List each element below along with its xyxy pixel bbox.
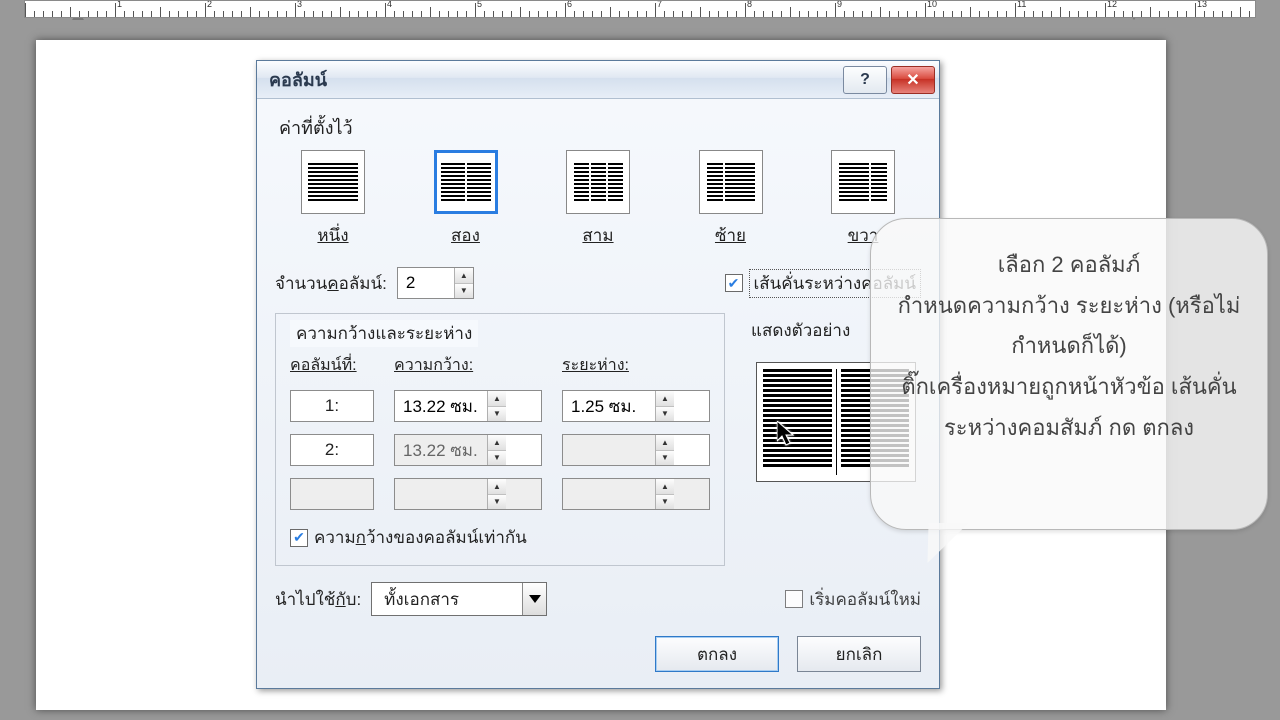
col-spacing-3: ▲▼ xyxy=(562,478,710,510)
col-width-3: ▲▼ xyxy=(394,478,542,510)
dialog-title: คอลัมน์ xyxy=(269,65,327,94)
header-spacing: ระยะห่าง: xyxy=(562,353,710,378)
presets-label: ค่าที่ตั้งไว้ xyxy=(279,113,921,142)
ok-button[interactable]: ตกลง xyxy=(655,636,779,672)
apply-to-select[interactable]: ทั้งเอกสาร xyxy=(371,582,547,616)
columns-dialog: คอลัมน์ ? ✕ ค่าที่ตั้งไว้ หนึ่ง สอง xyxy=(256,60,940,689)
col-index-1: 1: xyxy=(290,390,374,422)
num-columns-field[interactable]: ▲▼ xyxy=(397,267,474,299)
callout-line-3: ติ๊กเครื่องหมายถูกหน้าหัวข้อ เส้นคั่นระห… xyxy=(893,367,1245,448)
col-index-2: 2: xyxy=(290,434,374,466)
header-colnum: คอลัมน์ที่: xyxy=(290,353,374,378)
presets-row: หนึ่ง สอง สาม xyxy=(275,150,921,259)
preset-two[interactable]: สอง xyxy=(416,150,516,249)
width-spacing-group: ความกว้างและระยะห่าง คอลัมน์ที่: ความกว้… xyxy=(275,313,725,566)
col-spacing-2[interactable]: ▲▼ xyxy=(562,434,710,466)
equal-width-checkbox[interactable]: ✔ ความกว้างของคอลัมน์เท่ากัน xyxy=(290,524,527,551)
cancel-button[interactable]: ยกเลิก xyxy=(797,636,921,672)
start-new-column-checkbox[interactable]: เริ่มคอลัมน์ใหม่ xyxy=(785,586,921,613)
col-width-1[interactable]: ▲▼ xyxy=(394,390,542,422)
close-button[interactable]: ✕ xyxy=(891,66,935,94)
callout-line-2: กำหนดความกว้าง ระยะห่าง (หรือไม่กำหนดก็ไ… xyxy=(893,286,1245,367)
callout-line-1: เลือก 2 คอลัมภ์ xyxy=(893,245,1245,286)
col-width-2[interactable]: ▲▼ xyxy=(394,434,542,466)
instruction-callout: เลือก 2 คอลัมภ์ กำหนดความกว้าง ระยะห่าง … xyxy=(870,218,1268,530)
preset-three[interactable]: สาม xyxy=(548,150,648,249)
num-columns-label: จำนวนคอลัมน์: xyxy=(275,270,387,297)
mouse-cursor-icon xyxy=(777,421,797,452)
spin-up-icon[interactable]: ▲ xyxy=(455,268,473,284)
chevron-down-icon[interactable] xyxy=(522,583,546,615)
help-button[interactable]: ? xyxy=(843,66,887,94)
preset-left[interactable]: ซ้าย xyxy=(681,150,781,249)
spin-down-icon[interactable]: ▼ xyxy=(455,284,473,299)
dialog-titlebar[interactable]: คอลัมน์ ? ✕ xyxy=(257,61,939,99)
col-spacing-1[interactable]: ▲▼ xyxy=(562,390,710,422)
col-index-3 xyxy=(290,478,374,510)
horizontal-ruler: 12345678910111213 xyxy=(24,0,1256,18)
preset-one[interactable]: หนึ่ง xyxy=(283,150,383,249)
header-width: ความกว้าง: xyxy=(394,353,542,378)
apply-to-label: นำไปใช้กับ: xyxy=(275,586,361,613)
